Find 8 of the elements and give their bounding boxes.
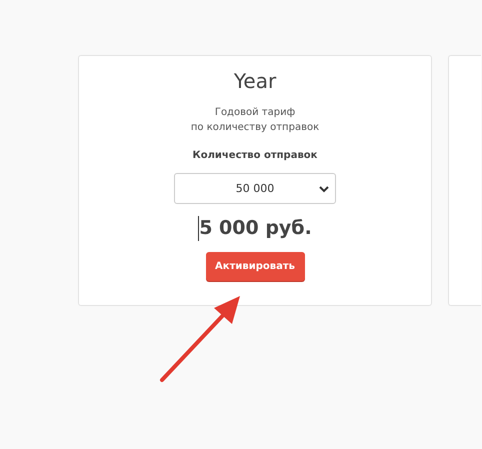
activate-button[interactable]: Активировать bbox=[206, 252, 304, 281]
plan-description: Годовой тариф bbox=[214, 106, 296, 120]
plan-title: Year bbox=[234, 69, 276, 93]
chevron-down-icon bbox=[319, 186, 329, 193]
price: 5 000 руб. bbox=[199, 217, 312, 239]
plan-description: по количеству отправок bbox=[190, 121, 320, 135]
select-label: Количество отправок bbox=[192, 149, 318, 163]
quantity-select[interactable]: 50 000 bbox=[174, 173, 336, 204]
